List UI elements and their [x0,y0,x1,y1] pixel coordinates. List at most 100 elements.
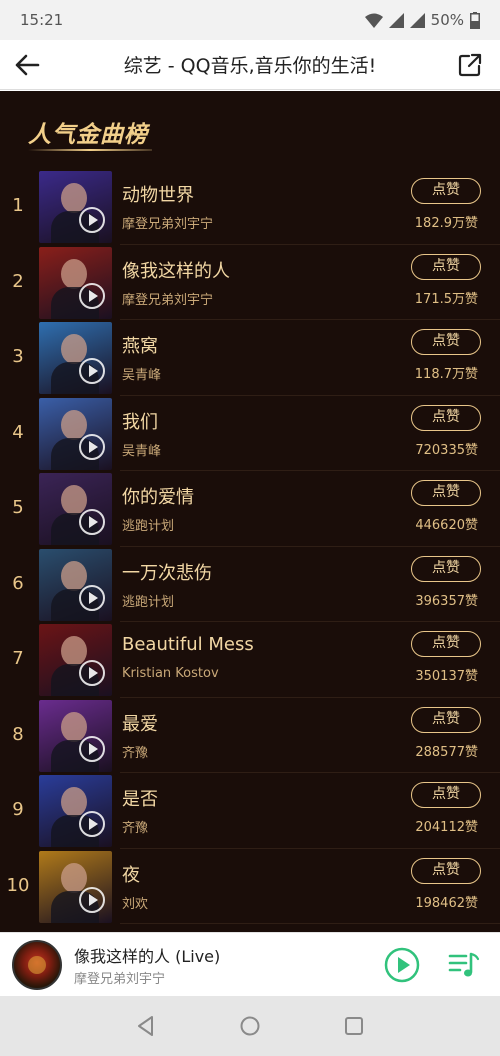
song-row[interactable]: 5 你的爱情 逃跑计划 点赞 446620赞 [0,471,500,547]
cover-face [61,485,87,515]
song-cover[interactable] [39,775,112,847]
like-button[interactable]: 点赞 [411,631,481,657]
song-title[interactable]: 你的爱情 [122,483,194,509]
signal-icon-2 [409,12,425,28]
song-cover[interactable] [39,246,112,319]
video-play-icon[interactable] [79,660,105,686]
song-artist[interactable]: 摩登兄弟刘宇宁 [122,289,213,308]
like-count: 198462赞 [415,895,478,911]
song-title[interactable]: 是否 [122,785,158,811]
player-album-cover[interactable] [12,940,62,990]
song-artist[interactable]: 摩登兄弟刘宇宁 [122,213,213,232]
like-count: 720335赞 [415,442,478,458]
player-song-title: 像我这样的人 (Live) [74,947,221,966]
song-cover[interactable] [39,548,112,621]
header: 综艺 - QQ音乐,音乐你的生活! [0,40,500,90]
song-artist[interactable]: 逃跑计划 [122,591,174,610]
video-play-icon[interactable] [79,735,105,762]
video-play-icon[interactable] [79,811,105,837]
song-artist[interactable]: 吴青峰 [122,364,161,383]
video-play-icon[interactable] [79,358,105,384]
nav-back-icon[interactable] [134,1014,158,1038]
song-row[interactable]: 6 一万次悲伤 逃跑计划 点赞 396357赞 [0,547,500,622]
song-cover[interactable] [39,397,112,470]
song-title[interactable]: 夜 [122,861,140,887]
battery-percent: 50% [430,11,464,29]
cover-face [61,560,87,591]
song-title[interactable]: 最爱 [122,710,158,736]
battery-icon [470,11,480,29]
like-button[interactable]: 点赞 [411,253,481,280]
song-title[interactable]: 一万次悲伤 [122,559,212,585]
like-button[interactable]: 点赞 [411,404,481,431]
video-play-icon[interactable] [79,207,105,233]
cover-face [61,862,87,893]
song-cover[interactable] [39,473,112,545]
song-cover[interactable] [39,850,112,923]
like-button[interactable]: 点赞 [411,857,481,884]
video-play-icon[interactable] [79,584,105,611]
nav-home-icon[interactable] [238,1014,262,1038]
song-title[interactable]: 我们 [122,408,158,434]
like-count: 182.9万赞 [414,216,478,231]
video-play-icon[interactable] [79,886,105,913]
like-count: 171.5万赞 [414,291,478,307]
nav-recents-icon[interactable] [342,1014,366,1038]
song-artist[interactable]: 齐豫 [122,742,148,761]
song-row[interactable]: 9 是否 齐豫 点赞 204112赞 [0,773,500,849]
song-title[interactable]: 像我这样的人 [122,257,230,283]
song-rank: 7 [12,648,24,669]
cover-face [61,334,87,364]
song-cover[interactable] [39,171,112,243]
like-button[interactable]: 点赞 [411,706,481,733]
song-cover[interactable] [39,322,112,394]
song-list: 1 动物世界 摩登兄弟刘宇宁 点赞 182.9万赞 2 像我这样的人 摩登兄弟刘宇宁 点赞 171… [0,169,500,924]
song-row[interactable]: 1 动物世界摩登兄弟刘宇宁 点赞 182.9万赞 [0,169,500,245]
song-artist[interactable]: 吴青峰 [122,440,161,459]
song-cover[interactable] [39,624,112,696]
status-bar: 15:21 50% [0,0,500,40]
like-count: 118.7万赞 [414,367,478,382]
status-icons: 50% [364,11,480,29]
row-divider [120,923,500,924]
song-artist[interactable]: 逃跑计划 [122,515,174,534]
song-artist[interactable]: 齐豫 [122,817,148,836]
song-title[interactable]: 燕窝 [122,332,158,358]
song-row[interactable]: 7 Beautiful Mess Kristian Kostov 点赞 350137赞 [0,622,500,698]
video-play-icon[interactable] [79,282,105,309]
song-title[interactable]: Beautiful Mess [122,634,254,655]
song-row[interactable]: 2 像我这样的人摩登兄弟刘宇宁 点赞 171.5万赞 [0,245,500,320]
song-title[interactable]: 动物世界 [122,181,194,207]
page-title: 综艺 - QQ音乐,音乐你的生活! [123,55,377,77]
song-artist[interactable]: 刘欢 [122,893,148,912]
wifi-icon [364,13,383,28]
song-row[interactable]: 3 燕窝 吴青峰 点赞 118.7万赞 [0,320,500,396]
chart-heading-block: 人气金曲榜 [28,115,198,155]
song-cover[interactable] [39,699,112,772]
song-artist[interactable]: Kristian Kostov [122,666,219,681]
like-count: 396357赞 [415,593,478,609]
cover-face [61,409,87,440]
song-rank: 5 [12,497,24,518]
heading-underline [28,149,152,151]
song-row[interactable]: 8 最爱 齐豫 点赞 288577赞 [0,698,500,773]
back-arrow-icon[interactable] [14,53,40,77]
song-row[interactable]: 10 夜刘欢 点赞 198462赞 [0,849,500,924]
video-play-icon[interactable] [79,433,105,460]
share-icon[interactable] [458,53,482,77]
like-button[interactable]: 点赞 [411,782,481,808]
song-row[interactable]: 4 我们 吴青峰 点赞 720335赞 [0,396,500,471]
like-button[interactable]: 点赞 [411,480,481,506]
cover-face [61,787,87,817]
cover-face [61,711,87,742]
song-rank: 2 [12,270,24,292]
song-rank: 1 [12,195,24,216]
video-play-icon[interactable] [79,509,105,535]
like-button[interactable]: 点赞 [411,329,481,355]
like-button[interactable]: 点赞 [411,555,481,582]
mini-player[interactable]: 像我这样的人 (Live) 摩登兄弟刘宇宁 [0,932,500,996]
like-count: 204112赞 [415,820,478,835]
like-button[interactable]: 点赞 [411,178,481,204]
play-icon[interactable] [384,947,420,983]
playlist-queue-icon[interactable] [448,950,480,980]
